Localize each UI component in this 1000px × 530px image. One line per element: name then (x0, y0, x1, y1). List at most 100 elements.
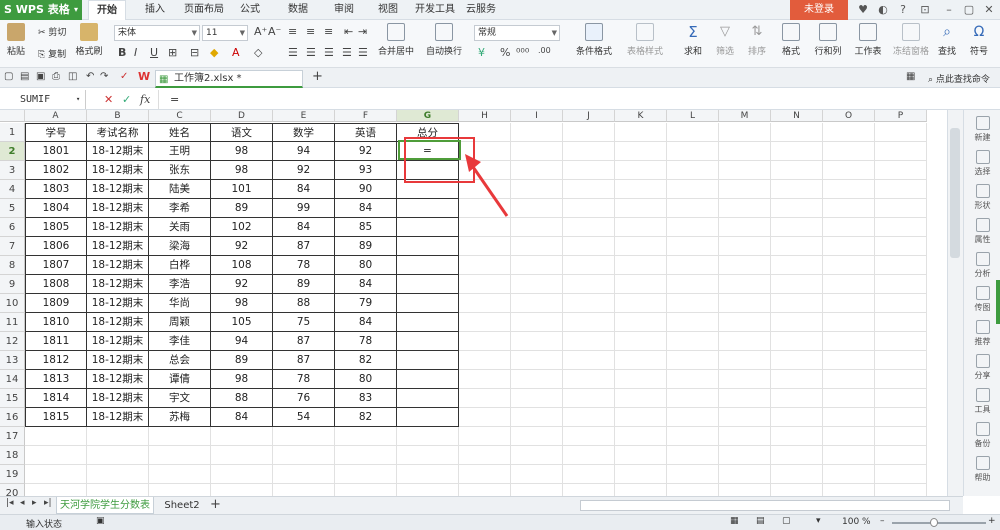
last-sheet-icon[interactable]: ▸| (44, 498, 52, 508)
cell[interactable] (459, 294, 511, 313)
cell[interactable] (397, 408, 459, 427)
insert-function-icon[interactable]: fx (140, 93, 150, 106)
fill-color-icon[interactable]: ◆ (210, 46, 218, 59)
merge-center-button[interactable]: 合并居中 (376, 23, 416, 57)
panel-item-9[interactable]: 备份 (964, 422, 1000, 449)
cell[interactable] (823, 313, 875, 332)
cell[interactable] (667, 142, 719, 161)
cell[interactable]: 76 (273, 389, 335, 408)
cell[interactable] (771, 465, 823, 484)
cell[interactable]: 89 (273, 275, 335, 294)
cell[interactable] (667, 408, 719, 427)
cell[interactable] (823, 199, 875, 218)
cell[interactable] (615, 180, 667, 199)
cell[interactable] (459, 370, 511, 389)
cell[interactable]: 华尚 (149, 294, 211, 313)
help-icon[interactable]: ? (892, 1, 914, 19)
cell[interactable] (397, 218, 459, 237)
cell[interactable]: 18-12期末 (87, 370, 149, 389)
cell[interactable]: 18-12期末 (87, 218, 149, 237)
cell[interactable] (823, 446, 875, 465)
worksheet-button[interactable]: 工作表 (852, 23, 884, 57)
cell[interactable] (823, 332, 875, 351)
cell[interactable]: 79 (335, 294, 397, 313)
cell[interactable]: 1802 (25, 161, 87, 180)
cell[interactable]: 1813 (25, 370, 87, 389)
row-header[interactable]: 13 (0, 351, 25, 370)
cell[interactable] (459, 351, 511, 370)
normal-view-icon[interactable]: ▦ (730, 516, 739, 526)
cell[interactable]: 78 (273, 370, 335, 389)
cell[interactable] (335, 484, 397, 496)
cell[interactable] (719, 408, 771, 427)
cell[interactable] (459, 389, 511, 408)
column-header[interactable]: L (667, 110, 719, 122)
column-header[interactable]: O (823, 110, 875, 122)
cell[interactable] (397, 351, 459, 370)
cut-button[interactable]: ✂ 剪切 (38, 25, 66, 38)
row-header[interactable]: 11 (0, 313, 25, 332)
sheet-tab-active[interactable]: 天河学院学生分数表 (56, 497, 154, 514)
cell[interactable] (87, 465, 149, 484)
cell[interactable]: 18-12期末 (87, 180, 149, 199)
cell[interactable] (719, 199, 771, 218)
cell[interactable]: 18-12期末 (87, 199, 149, 218)
cell[interactable] (511, 142, 563, 161)
cell[interactable]: 98 (211, 370, 273, 389)
cell[interactable] (823, 370, 875, 389)
align-top-icon[interactable]: ≡ (288, 25, 297, 38)
skin-icon[interactable]: ♥ (852, 1, 874, 19)
cell[interactable] (875, 123, 927, 142)
clear-icon[interactable]: ◇ (254, 46, 262, 59)
increase-decimal-icon[interactable]: .00 (538, 46, 551, 55)
cell[interactable]: 英语 (335, 123, 397, 142)
cell[interactable] (875, 218, 927, 237)
cell[interactable] (719, 180, 771, 199)
cell[interactable] (823, 294, 875, 313)
cell[interactable] (563, 465, 615, 484)
cell[interactable] (511, 389, 563, 408)
cell[interactable] (511, 180, 563, 199)
cell[interactable] (615, 142, 667, 161)
cell[interactable] (397, 332, 459, 351)
cell[interactable] (771, 427, 823, 446)
align-bottom-icon[interactable]: ≡ (324, 25, 333, 38)
cancel-icon[interactable]: ✕ (104, 93, 113, 106)
cell[interactable]: 1809 (25, 294, 87, 313)
cell[interactable]: 宇文 (149, 389, 211, 408)
paste-button[interactable]: 粘贴 (4, 23, 28, 57)
cell[interactable]: 张东 (149, 161, 211, 180)
cell[interactable]: 李浩 (149, 275, 211, 294)
menu-tab-3[interactable]: 公式 (232, 0, 268, 20)
cell[interactable]: 83 (335, 389, 397, 408)
zoom-slider[interactable] (892, 522, 986, 524)
panel-item-0[interactable]: 新建 (964, 116, 1000, 143)
cell[interactable]: 18-12期末 (87, 161, 149, 180)
panel-item-7[interactable]: 分享 (964, 354, 1000, 381)
row-header[interactable]: 9 (0, 275, 25, 294)
menu-tab-4[interactable]: 数据 (280, 0, 316, 20)
cell[interactable]: 88 (273, 294, 335, 313)
menu-tab-2[interactable]: 页面布局 (180, 0, 228, 20)
cell[interactable] (615, 294, 667, 313)
cell[interactable] (459, 256, 511, 275)
cell[interactable] (771, 142, 823, 161)
cell[interactable]: 90 (335, 180, 397, 199)
panel-item-3[interactable]: 属性 (964, 218, 1000, 245)
row-header[interactable]: 6 (0, 218, 25, 237)
zoom-out-icon[interactable]: – (880, 516, 885, 526)
cell[interactable]: 78 (335, 332, 397, 351)
cell[interactable] (771, 370, 823, 389)
cell[interactable]: 1801 (25, 142, 87, 161)
filter-button[interactable]: ▽ 筛选 (712, 23, 738, 57)
cell[interactable] (563, 199, 615, 218)
cell[interactable]: 梁海 (149, 237, 211, 256)
cell[interactable] (875, 446, 927, 465)
row-header[interactable]: 1 (0, 123, 25, 142)
row-header[interactable]: 16 (0, 408, 25, 427)
cell[interactable]: 80 (335, 256, 397, 275)
cell[interactable] (823, 427, 875, 446)
cell[interactable] (511, 446, 563, 465)
cell[interactable] (667, 237, 719, 256)
row-header[interactable]: 2 (0, 142, 25, 161)
